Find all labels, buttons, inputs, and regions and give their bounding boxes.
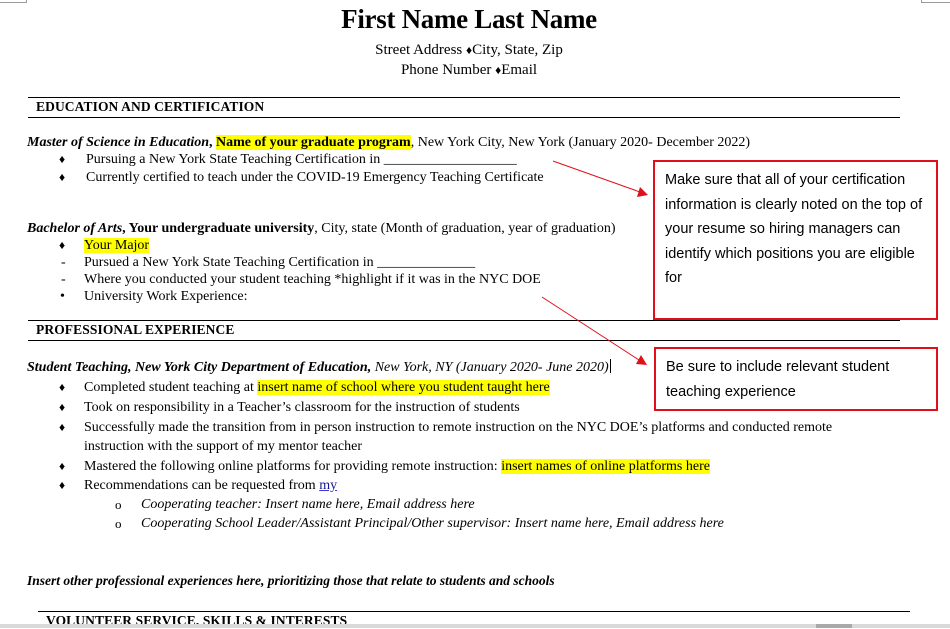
recommendation-link[interactable]: my [319, 478, 337, 493]
bullet-text: Completed student teaching at [84, 380, 258, 395]
section-rule-bottom [28, 117, 900, 118]
diamond-bullet-icon: ♦ [59, 238, 66, 252]
experience-bullet-continuation: instruction with the support of my mento… [84, 439, 362, 454]
crop-mark-top-right [921, 0, 950, 3]
bachelors-degree-line: Bachelor of Arts, Your undergraduate uni… [27, 220, 615, 237]
masters-bullet: Currently certified to teach under the C… [86, 170, 544, 185]
experience-bullet: Mastered the following online platforms … [84, 458, 710, 475]
major-placeholder: Your Major [84, 238, 150, 253]
online-platforms-placeholder: insert names of online platforms here [501, 459, 710, 474]
undergraduate-university: Your undergraduate university [128, 221, 315, 236]
city-state-zip: City, State, Zip [472, 42, 563, 58]
bachelors-bullet: University Work Experience: [84, 289, 248, 304]
student-teaching-heading: Student Teaching, New York City Departme… [27, 359, 612, 376]
section-rule-top [28, 97, 900, 98]
masters-bullet: Pursuing a New York State Teaching Certi… [86, 152, 517, 167]
diamond-bullet-icon: ♦ [59, 478, 66, 492]
student-teaching-location-dates: New York, NY (January 2020- June 2020) [371, 360, 609, 375]
scrollbar-thumb[interactable] [816, 624, 852, 628]
section-title-experience: PROFESSIONAL EXPERIENCE [36, 322, 235, 337]
section-rule-top [38, 611, 910, 612]
resume-name: First Name Last Name [341, 4, 597, 34]
diamond-bullet-icon: ♦ [59, 400, 66, 414]
experience-bullet: Recommendations can be requested from my [84, 477, 337, 494]
diamond-bullet-icon: ♦ [59, 380, 66, 394]
reference-text: Cooperating teacher: Insert name here, E… [141, 497, 475, 512]
student-teaching-role: Student Teaching, New York City Departme… [27, 360, 372, 375]
bachelors-location-dates: , City, state (Month of graduation, year… [314, 221, 616, 236]
reference-sub-bullet: Cooperating School Leader/Assistant Prin… [141, 515, 724, 532]
bullet-text: Mastered the following online platforms … [84, 459, 502, 474]
arrow-to-student-teaching-note [541, 296, 647, 365]
other-experience-note: Insert other professional experiences he… [27, 572, 555, 589]
diamond-bullet-icon: ♦ [59, 152, 66, 166]
circle-bullet-icon: o [115, 497, 122, 512]
email: Email [501, 62, 538, 78]
experience-bullet: Completed student teaching at insert nam… [84, 379, 550, 396]
masters-degree-line: Master of Science in Education, Name of … [27, 134, 750, 151]
masters-location-dates: , New York City, New York (January 2020-… [410, 135, 751, 150]
graduate-program-placeholder: Name of your graduate program [216, 135, 411, 150]
reference-sub-bullet: Cooperating teacher: Insert name here, E… [141, 496, 475, 513]
diamond-bullet-icon: ♦ [59, 420, 66, 434]
dash-bullet-icon: - [61, 255, 66, 270]
text-cursor [609, 359, 612, 373]
bachelors-bullet: Pursued a New York State Teaching Certif… [84, 255, 476, 270]
street-address: Street Address [375, 42, 466, 58]
dash-bullet-icon: - [61, 272, 66, 287]
other-experience-text: Insert other professional experiences he… [27, 573, 555, 588]
bullet-text: Recommendations can be requested from [84, 478, 320, 493]
experience-bullet: Successfully made the transition from in… [84, 420, 833, 435]
comma: , [209, 135, 217, 150]
phone-number: Phone Number [400, 62, 496, 78]
bachelors-bullet: Where you conducted your student teachin… [84, 272, 541, 287]
section-rule-top [28, 320, 900, 321]
circle-bullet-icon: o [115, 516, 122, 531]
bachelors-degree: Bachelor of Arts [27, 221, 123, 236]
horizontal-scrollbar[interactable] [0, 624, 950, 628]
round-bullet-icon: • [60, 289, 65, 304]
diamond-bullet-icon: ♦ [59, 459, 66, 473]
section-title-education: EDUCATION AND CERTIFICATION [36, 99, 265, 114]
crop-mark-top-left [0, 0, 27, 3]
arrow-to-certification-note [552, 160, 648, 197]
annotation-student-teaching: Be sure to include relevant student teac… [654, 347, 938, 411]
reference-text: Cooperating School Leader/Assistant Prin… [141, 516, 724, 531]
diamond-bullet-icon: ♦ [59, 170, 66, 184]
contact-phone-line: Phone Number ♦Email [0, 62, 938, 79]
bachelors-bullet: Your Major [84, 237, 150, 254]
section-rule-bottom [28, 340, 900, 341]
contact-address-line: Street Address ♦City, State, Zip [0, 42, 938, 59]
experience-bullet: Took on responsibility in a Teacher’s cl… [84, 400, 520, 415]
masters-degree: Master of Science in Education [27, 135, 210, 150]
annotation-certification: Make sure that all of your certification… [653, 160, 938, 320]
school-name-placeholder: insert name of school where you student … [257, 380, 550, 395]
